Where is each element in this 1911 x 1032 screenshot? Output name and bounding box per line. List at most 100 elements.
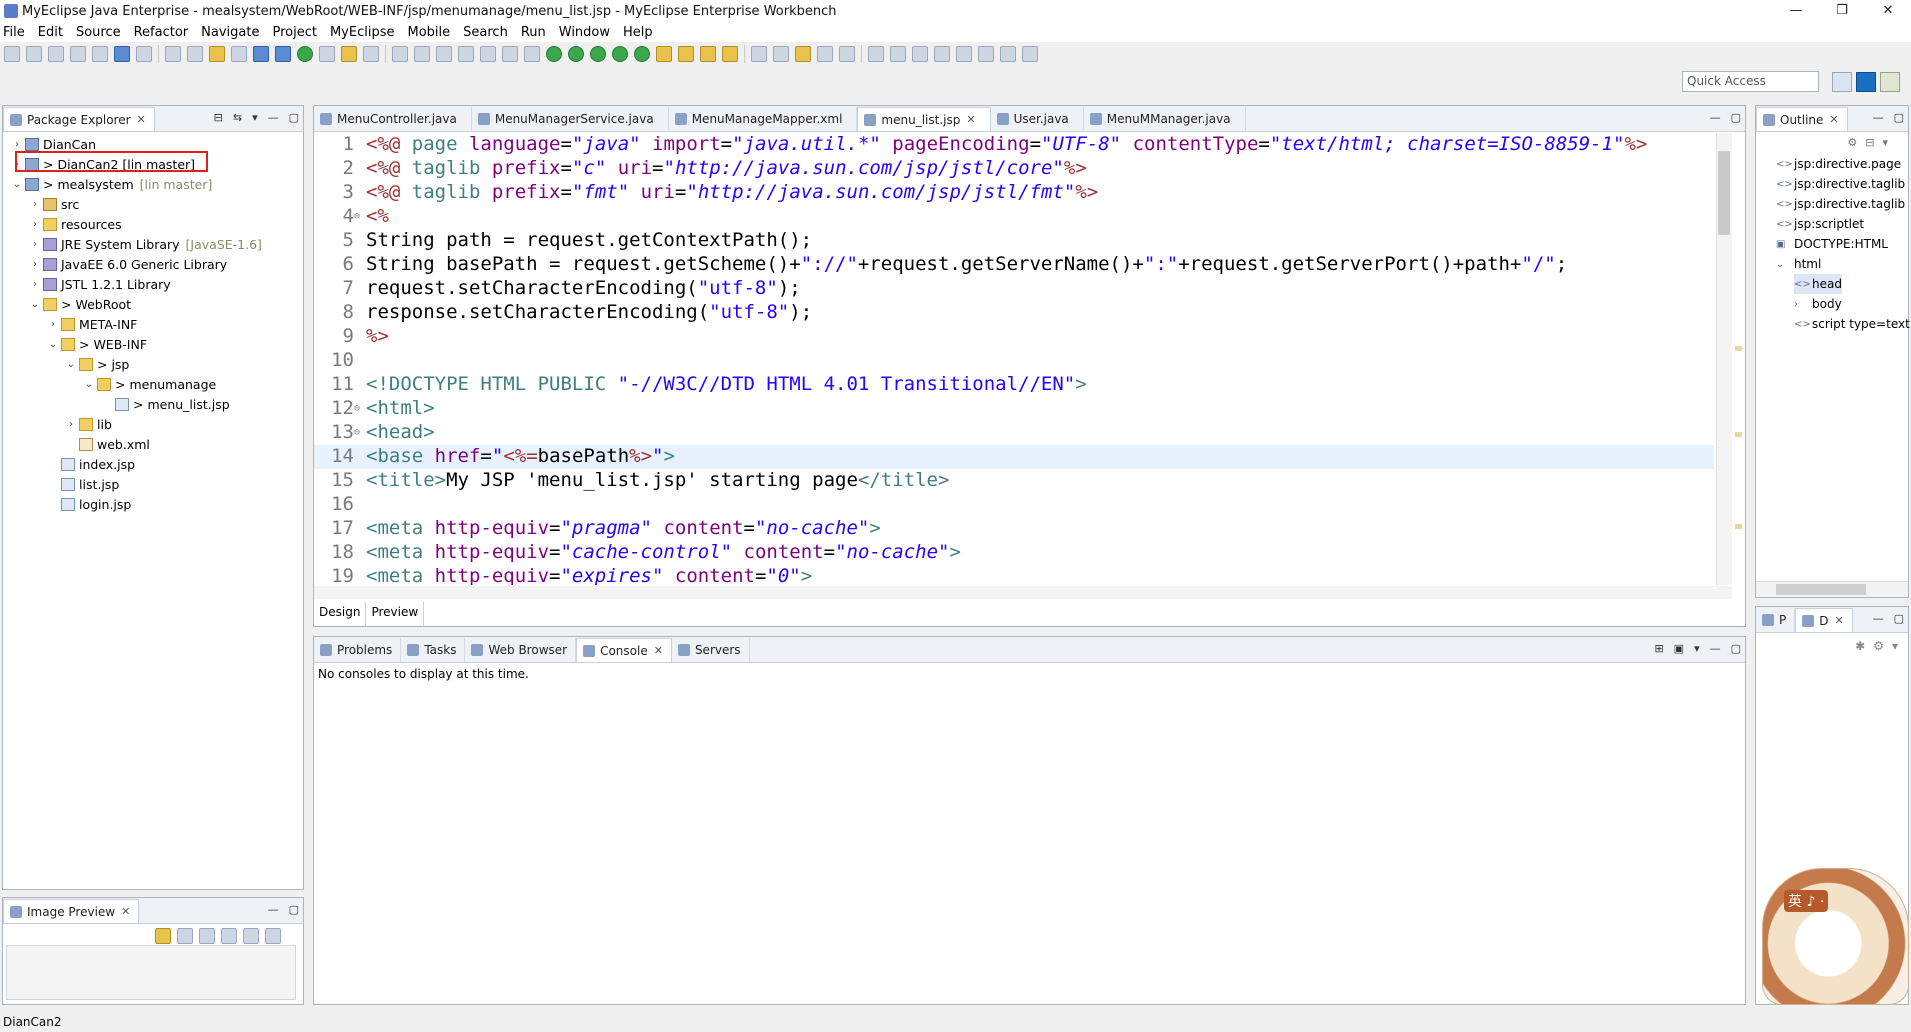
- fold-toggle-icon[interactable]: ⊖: [354, 427, 364, 438]
- layout-icon-1[interactable]: [868, 46, 884, 62]
- display-console-icon[interactable]: ▣: [1674, 642, 1684, 655]
- code-line[interactable]: 8 response.setCharacterEncoding("utf-8");: [314, 301, 1714, 325]
- close-icon[interactable]: ✕: [137, 113, 146, 126]
- minimize-icon[interactable]: —: [268, 111, 279, 124]
- menu-mobile[interactable]: Mobile: [407, 25, 450, 40]
- close-icon[interactable]: ✕: [966, 113, 975, 126]
- tab-debug[interactable]: D ✕: [1795, 608, 1853, 632]
- save-all-icon[interactable]: [70, 46, 86, 62]
- fold-toggle-icon[interactable]: ⊖: [354, 403, 364, 414]
- collapse-all-icon[interactable]: ⊟: [214, 111, 223, 124]
- editor-tab[interactable]: menu_list.jsp ✕: [857, 107, 991, 131]
- disconnect-icon[interactable]: [524, 46, 540, 62]
- build-icon[interactable]: [275, 46, 291, 62]
- tree-item[interactable]: › JRE System Library [JavaSE-1.6]: [29, 234, 262, 254]
- maximize-icon[interactable]: ▢: [1894, 111, 1904, 124]
- minimize-icon[interactable]: —: [1873, 111, 1884, 124]
- quick-access-input[interactable]: Quick Access: [1682, 71, 1819, 92]
- tree-item[interactable]: ⌄ > jsp: [65, 354, 135, 374]
- coffee-cup-widget[interactable]: [1762, 868, 1909, 1005]
- minimize-icon[interactable]: —: [1710, 111, 1721, 124]
- layout-icon-2[interactable]: [890, 46, 906, 62]
- layout-icon-5[interactable]: [956, 46, 972, 62]
- collapsed-arrow-icon[interactable]: ›: [29, 259, 41, 270]
- run-server-icon[interactable]: [297, 46, 313, 62]
- settings-icon[interactable]: ⚙: [1873, 639, 1884, 653]
- menu-window[interactable]: Window: [559, 25, 610, 40]
- menu-refactor[interactable]: Refactor: [134, 25, 189, 40]
- editor-tab[interactable]: MenuMManager.java: [1084, 107, 1246, 131]
- menu-run[interactable]: Run: [521, 25, 546, 40]
- code-line[interactable]: 13 ⊖ <head>: [314, 421, 1714, 445]
- new-java-class-icon[interactable]: [634, 46, 650, 62]
- tree-item[interactable]: › lib: [65, 414, 118, 434]
- editor-tab[interactable]: MenuManageMapper.xml: [669, 107, 858, 131]
- deploy-icon[interactable]: [253, 46, 269, 62]
- tab-web-browser[interactable]: Web Browser: [465, 638, 577, 662]
- editor-tab[interactable]: MenuManagerService.java: [472, 107, 669, 131]
- view-menu-icon[interactable]: ▾: [252, 111, 258, 124]
- minimize-icon[interactable]: —: [1710, 642, 1721, 655]
- outline-hscrollbar[interactable]: [1756, 581, 1908, 597]
- web-icon[interactable]: [363, 46, 379, 62]
- tree-item[interactable]: › JavaEE 6.0 Generic Library: [29, 254, 233, 274]
- tab-console[interactable]: Console ✕: [576, 638, 672, 662]
- tab-preview[interactable]: Preview: [366, 602, 425, 626]
- new-project-icon[interactable]: [209, 46, 225, 62]
- pause-icon[interactable]: [480, 46, 496, 62]
- scrollbar-thumb[interactable]: [1776, 584, 1866, 595]
- tree-item[interactable]: ⌄ > WebRoot: [29, 294, 137, 314]
- collapsed-arrow-icon[interactable]: ›: [47, 319, 59, 330]
- code-line[interactable]: 12 ⊖ <html>: [314, 397, 1714, 421]
- close-icon[interactable]: ✕: [654, 644, 663, 657]
- undo-icon[interactable]: [165, 46, 181, 62]
- server-icon[interactable]: [231, 46, 247, 62]
- collapsed-arrow-icon[interactable]: ›: [29, 219, 41, 230]
- menu-help[interactable]: Help: [623, 25, 653, 40]
- zoom-in-icon[interactable]: [221, 928, 237, 944]
- code-area[interactable]: 1 <%@ page language="java" import="java.u…: [314, 133, 1714, 585]
- font-size-icon[interactable]: [1022, 46, 1038, 62]
- code-line[interactable]: 15 <title>My JSP 'menu_list.jsp' starting…: [314, 469, 1714, 493]
- horizontal-scrollbar[interactable]: [314, 586, 1732, 599]
- refresh-icon[interactable]: [392, 46, 408, 62]
- center-icon[interactable]: [265, 928, 281, 944]
- highlight-icon[interactable]: [700, 46, 716, 62]
- minimize-button[interactable]: —: [1773, 0, 1819, 22]
- coverage-icon[interactable]: [590, 46, 606, 62]
- code-line[interactable]: 2 <%@ taglib prefix="c" uri="http://java.…: [314, 157, 1714, 181]
- expanded-arrow-icon[interactable]: ⌄: [29, 299, 41, 310]
- save-icon[interactable]: [48, 46, 64, 62]
- editor-tab[interactable]: MenuController.java: [314, 107, 472, 131]
- tree-item[interactable]: > menu_list.jsp: [101, 394, 236, 414]
- code-line[interactable]: 3 <%@ taglib prefix="fmt" uri="http://jav…: [314, 181, 1714, 205]
- layout-icon-4[interactable]: [934, 46, 950, 62]
- menu-navigate[interactable]: Navigate: [201, 25, 259, 40]
- bold-icon[interactable]: [978, 46, 994, 62]
- skip-icon[interactable]: [458, 46, 474, 62]
- tree-item[interactable]: list.jsp: [47, 474, 125, 494]
- tree-item[interactable]: ⌄ > WEB-INF: [47, 334, 153, 354]
- pin-console-icon[interactable]: ▾: [1694, 642, 1700, 655]
- collapsed-arrow-icon[interactable]: ›: [29, 199, 41, 210]
- open-perspective-icon[interactable]: [1832, 72, 1852, 92]
- open-console-icon[interactable]: ⊞: [1654, 642, 1663, 655]
- forward-icon[interactable]: [839, 46, 855, 62]
- tree-item[interactable]: › resources: [29, 214, 128, 234]
- external-tools-icon[interactable]: [612, 46, 628, 62]
- stop-icon[interactable]: [436, 46, 452, 62]
- close-icon[interactable]: ✕: [121, 905, 130, 918]
- menu-search[interactable]: Search: [463, 25, 508, 40]
- search-tool-icon[interactable]: [136, 46, 152, 62]
- code-line[interactable]: 17 <meta http-equiv="pragma" content="no-…: [314, 517, 1714, 541]
- scrollbar-thumb[interactable]: [1718, 151, 1730, 235]
- run-icon[interactable]: [568, 46, 584, 62]
- expanded-arrow-icon[interactable]: ⌄: [65, 359, 77, 370]
- new-wizard-icon[interactable]: [26, 46, 42, 62]
- globe-icon[interactable]: [319, 46, 335, 62]
- menu-file[interactable]: File: [3, 25, 25, 40]
- dropdown-icon[interactable]: [287, 928, 293, 944]
- tab-servers[interactable]: Servers: [672, 638, 750, 662]
- redo-icon[interactable]: [187, 46, 203, 62]
- outline-item[interactable]: <> jsp:directive.taglib: [1776, 194, 1905, 214]
